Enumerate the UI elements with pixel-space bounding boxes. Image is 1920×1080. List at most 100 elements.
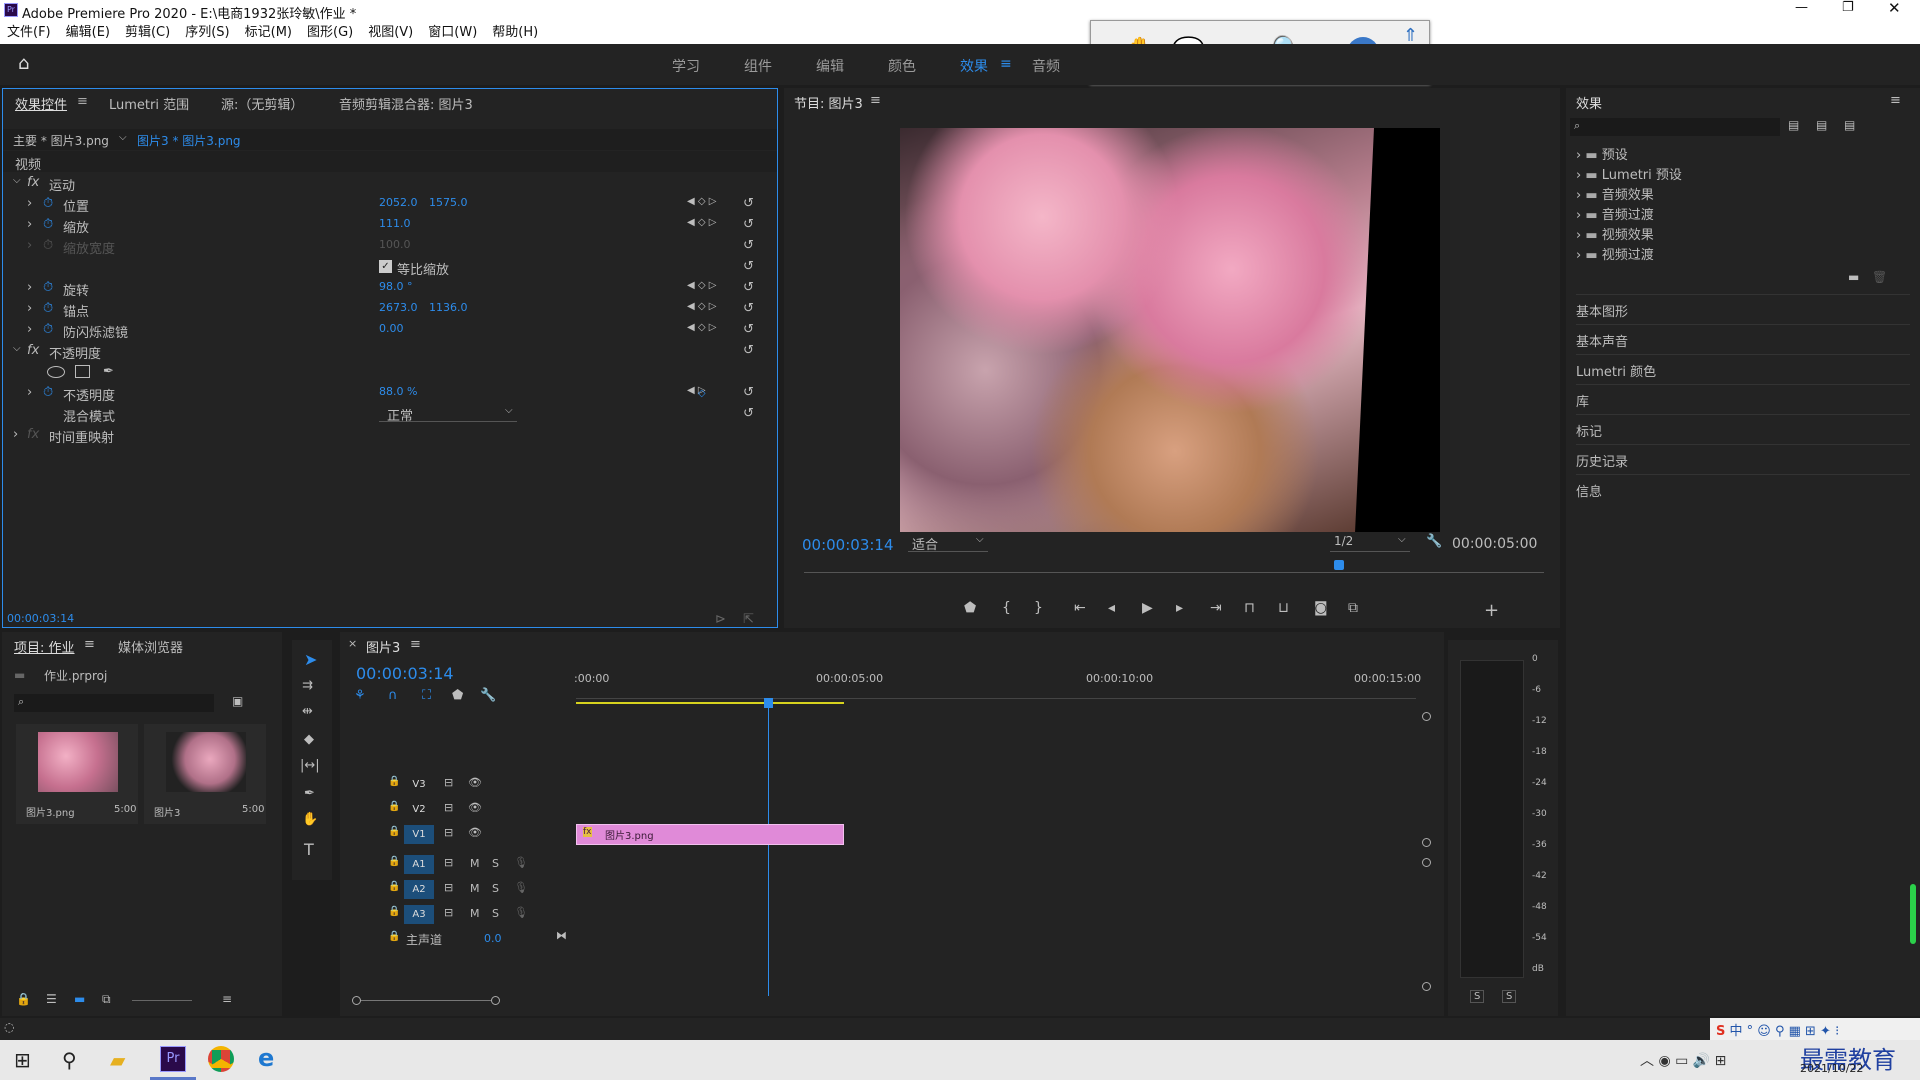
effects-tree-item[interactable]: › ▬ Lumetri 预设 [1576, 164, 1682, 183]
scroll-handle-top[interactable] [1422, 712, 1431, 721]
solo-button[interactable]: S [492, 907, 499, 920]
sync-lock-icon[interactable]: ⊟ [444, 801, 453, 814]
chevron-right-icon[interactable]: › [1576, 228, 1581, 243]
project-item[interactable]: 图片3.png 5:00 [16, 724, 138, 824]
menu-item[interactable]: 图形(G) [307, 25, 353, 40]
microphone-icon[interactable]: 🎙 [514, 856, 528, 869]
opacity-row[interactable]: › ⏱ 不透明度 88.0 % ◀ ◇ ▷ ↺ [3, 382, 777, 404]
stopwatch-icon[interactable]: ⏱ [43, 301, 53, 316]
linked-selection-icon[interactable]: ⛶ [422, 688, 431, 703]
premiere-taskbar-icon[interactable]: Pr [160, 1046, 186, 1072]
add-marker-icon[interactable]: ⬟ [964, 600, 976, 616]
scroll-handle-bottom[interactable] [1422, 982, 1431, 991]
sync-lock-icon[interactable]: ⊟ [444, 856, 453, 869]
icon-view-icon[interactable]: ▬ [74, 992, 85, 1006]
32bit-effects-icon[interactable]: ▤ [1816, 118, 1827, 132]
effects-tree-item[interactable]: › ▬ 视频过渡 [1576, 244, 1654, 263]
rotation-row[interactable]: › ⏱ 旋转 98.0 ° ◀ ◇ ▷ ↺ [3, 277, 777, 299]
disclosure-open-icon[interactable]: ⌵ [13, 343, 21, 354]
stopwatch-icon[interactable]: ⏱ [43, 385, 53, 400]
search-icon[interactable]: ⚲ [62, 1048, 77, 1072]
keyframe-nav-icon[interactable]: ◀ ◇ ▷ [687, 217, 716, 228]
motion-row[interactable]: ⌵ fx 运动 [3, 172, 777, 194]
work-area-bar[interactable] [576, 702, 844, 704]
panel-menu-icon[interactable]: ≡ [77, 94, 88, 109]
new-bin-icon[interactable]: ▣ [232, 694, 243, 708]
workspace-tab-effects[interactable]: 效果 [960, 56, 988, 76]
timeline-hscroll[interactable] [352, 996, 1412, 1005]
stopwatch-icon[interactable]: ⏱ [43, 217, 53, 232]
fx-icon[interactable]: fx [27, 175, 39, 190]
close-button[interactable]: ✕ [1888, 0, 1901, 17]
new-folder-icon[interactable]: ▬ [1848, 270, 1859, 284]
timeline-clip[interactable]: fx 图片3.png [576, 824, 844, 845]
file-explorer-icon[interactable]: ▰ [110, 1048, 125, 1072]
collapse-icon[interactable]: ⇑ [1403, 25, 1418, 46]
project-search-input[interactable]: ⌕ [14, 694, 214, 712]
sogou-ime-icon[interactable]: S [1716, 1024, 1725, 1039]
go-to-out-icon[interactable]: ⇥ [1210, 600, 1222, 616]
menu-item[interactable]: 剪辑(C) [125, 25, 170, 40]
panel-menu-icon[interactable]: ≡ [1890, 93, 1901, 108]
antiflicker-value[interactable]: 0.00 [379, 322, 404, 335]
position-row[interactable]: › ⏱ 位置 2052.0 1575.0 ◀ ◇ ▷ ↺ [3, 193, 777, 215]
reset-icon[interactable]: ↺ [743, 301, 754, 316]
workspace-tab-audio[interactable]: 音频 [1032, 56, 1060, 76]
anchor-row[interactable]: › ⏱ 锚点 2673.0 1136.0 ◀ ◇ ▷ ↺ [3, 298, 777, 320]
menu-item[interactable]: 序列(S) [185, 25, 229, 40]
rectangle-mask-icon[interactable] [75, 365, 90, 378]
track-select-tool-icon[interactable]: ⇉ [302, 678, 313, 693]
lock-icon[interactable]: 🔒 [388, 826, 400, 837]
lock-icon[interactable]: 🔒 [388, 906, 400, 917]
playhead-handle[interactable] [764, 698, 773, 708]
antiflicker-row[interactable]: › ⏱ 防闪烁滤镜 0.00 ◀ ◇ ▷ ↺ [3, 319, 777, 341]
workspace-tab-edit[interactable]: 编辑 [816, 56, 844, 76]
resolution-select[interactable]: 1/2 ⌵ [1330, 534, 1410, 552]
track-label-a1[interactable]: A1 [404, 855, 434, 874]
keyframe-nav-icon[interactable]: ◀ ◇ ▷ [687, 196, 716, 207]
chevron-right-icon[interactable]: › [27, 322, 32, 337]
menu-item[interactable]: 帮助(H) [492, 25, 538, 40]
solo-left-button[interactable]: S [1470, 990, 1485, 1003]
chevron-right-icon[interactable]: › [27, 196, 32, 211]
playhead-line[interactable] [768, 706, 769, 996]
effect-controls-timecode[interactable]: 00:00:03:14 [7, 612, 74, 625]
reset-icon[interactable]: ↺ [743, 322, 754, 337]
workspace-tab-color[interactable]: 颜色 [888, 56, 916, 76]
menu-item[interactable]: 视图(V) [368, 25, 413, 40]
zoom-slider[interactable] [132, 1000, 192, 1001]
scroll-handle-left[interactable] [352, 996, 361, 1005]
chrome-icon[interactable] [208, 1046, 234, 1072]
pen-mask-icon[interactable]: ✒ [103, 364, 114, 379]
sync-lock-icon[interactable]: ⊟ [444, 826, 453, 839]
workspace-tab-assembly[interactable]: 组件 [744, 56, 772, 76]
reset-icon[interactable]: ↺ [743, 259, 754, 274]
export-frame-icon[interactable]: ⇱ [743, 612, 754, 627]
scroll-handle-top[interactable] [1422, 858, 1431, 867]
effects-tree-item[interactable]: › ▬ 视频效果 [1576, 224, 1654, 243]
video-frame[interactable] [900, 128, 1440, 532]
solo-button[interactable]: S [492, 857, 499, 870]
panel-menu-icon[interactable]: ≡ [870, 93, 881, 108]
delete-icon[interactable]: 🗑 [1872, 270, 1887, 284]
yuv-effects-icon[interactable]: ▤ [1844, 118, 1855, 132]
add-marker-icon[interactable]: ⬟ [452, 688, 463, 703]
home-icon[interactable]: ⌂ [18, 53, 29, 74]
position-x-value[interactable]: 2052.0 [379, 196, 418, 209]
chevron-right-icon[interactable]: › [1576, 188, 1581, 203]
scrubber-playhead[interactable] [1334, 560, 1344, 570]
ellipse-mask-icon[interactable] [47, 366, 65, 378]
go-to-in-icon[interactable]: ⇤ [1074, 600, 1086, 616]
freeform-view-icon[interactable]: ⧉ [102, 992, 111, 1007]
menu-item[interactable]: 编辑(E) [66, 25, 110, 40]
eye-icon[interactable]: 👁 [468, 801, 482, 814]
reset-icon[interactable]: ↺ [743, 385, 754, 400]
master-track-value[interactable]: 0.0 [484, 932, 502, 945]
lock-icon[interactable]: 🔒 [16, 992, 31, 1006]
rotation-value[interactable]: 98.0 ° [379, 280, 413, 293]
restore-button[interactable]: ❐ [1842, 0, 1854, 15]
keyframe-nav-icon[interactable]: ◀ ◇ ▷ [687, 301, 716, 312]
menu-item[interactable]: 窗口(W) [428, 25, 477, 40]
reset-icon[interactable]: ↺ [743, 196, 754, 211]
effects-tree-item[interactable]: › ▬ 音频效果 [1576, 184, 1654, 203]
